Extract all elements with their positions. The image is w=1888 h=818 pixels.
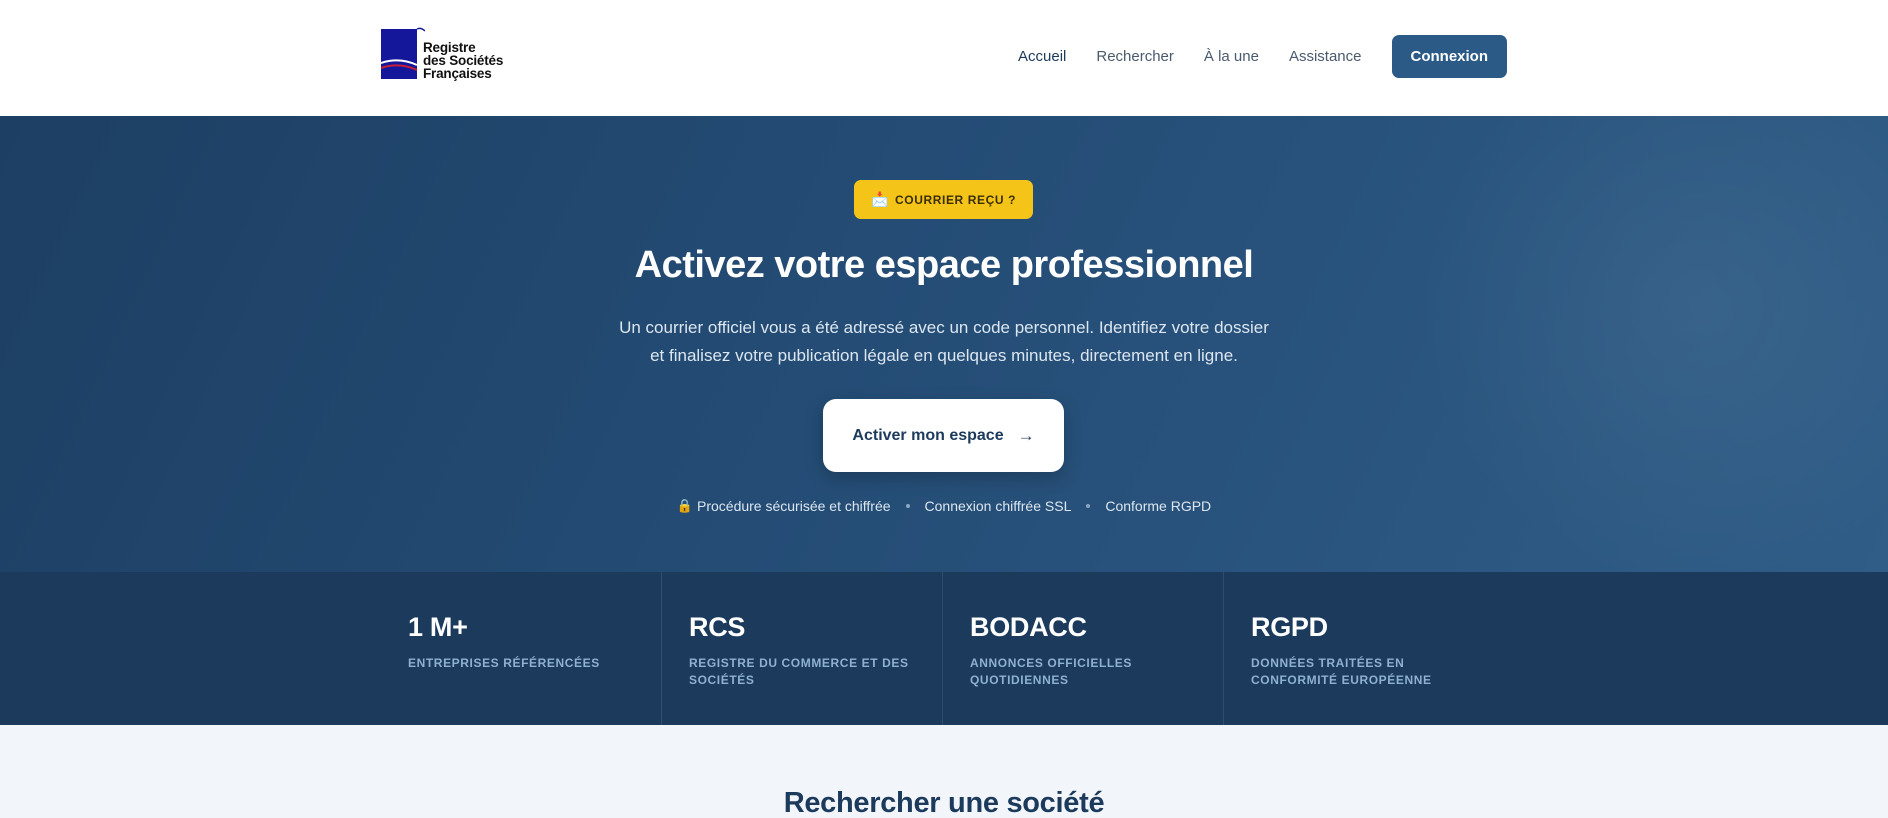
nav-item-a-la-une[interactable]: À la une [1204, 48, 1259, 65]
trust-item-secure: Procédure sécurisée et chiffrée [697, 498, 891, 514]
separator-dot [1086, 504, 1091, 508]
stat-item: RGPD DONNÉES TRAITÉES EN CONFORMITÉ EURO… [1224, 572, 1505, 725]
hero-title: Activez votre espace professionnel [634, 244, 1254, 286]
activate-space-button[interactable]: Activer mon espace → [823, 399, 1064, 472]
site-logo[interactable]: Registre des Sociétés Françaises [381, 27, 511, 85]
logo-text: Registre des Sociétés Françaises [423, 41, 503, 81]
nav-item-accueil[interactable]: Accueil [1018, 48, 1066, 65]
stats-band: 1 M+ ENTREPRISES RÉFÉRENCÉES RCS REGISTR… [0, 572, 1888, 725]
cta-label: Activer mon espace [852, 426, 1004, 444]
hero-subtitle-line-2: et finalisez votre publication légale en… [650, 346, 1238, 365]
trust-item-rgpd: Conforme RGPD [1105, 498, 1212, 514]
stat-item: RCS REGISTRE DU COMMERCE ET DES SOCIÉTÉS [662, 572, 943, 725]
search-section: Rechercher une société [0, 725, 1888, 818]
mail-received-badge: 📩 COURRIER REÇU ? [854, 180, 1033, 219]
stat-label: ENTREPRISES RÉFÉRENCÉES [408, 656, 600, 670]
lock-icon: 🔒 [676, 498, 693, 513]
main-nav: Accueil Rechercher À la une Assistance C… [988, 35, 1507, 78]
hero-section: 📩 COURRIER REÇU ? Activez votre espace p… [0, 116, 1888, 572]
stat-label: DONNÉES TRAITÉES EN CONFORMITÉ EUROPÉENN… [1251, 656, 1432, 687]
search-section-title: Rechercher une société [783, 787, 1105, 818]
nav-item-rechercher[interactable]: Rechercher [1096, 48, 1174, 65]
site-header: Registre des Sociétés Françaises Accueil… [0, 0, 1888, 116]
stat-value: RGPD [1251, 612, 1328, 642]
stat-label: ANNONCES OFFICIELLES QUOTIDIENNES [970, 656, 1133, 687]
badge-label: COURRIER REÇU ? [895, 192, 1017, 207]
stat-item: BODACC ANNONCES OFFICIELLES QUOTIDIENNES [943, 572, 1224, 725]
login-button[interactable]: Connexion [1391, 35, 1507, 78]
trust-indicators: 🔒 Procédure sécurisée et chiffrée Connex… [0, 498, 1888, 514]
stat-item: 1 M+ ENTREPRISES RÉFÉRENCÉES [381, 572, 662, 725]
arrow-right-icon: → [1017, 425, 1035, 445]
book-flag-icon [381, 27, 425, 79]
trust-item-ssl: Connexion chiffrée SSL [924, 498, 1072, 514]
mailbox-icon: 📩 [870, 191, 890, 207]
nav-item-assistance[interactable]: Assistance [1289, 48, 1362, 65]
stat-label: REGISTRE DU COMMERCE ET DES SOCIÉTÉS [689, 656, 909, 687]
separator-dot [905, 504, 910, 508]
logo-line-3: Françaises [423, 66, 492, 81]
stat-value: 1 M+ [408, 612, 468, 642]
stat-value: BODACC [970, 612, 1087, 642]
hero-subtitle: Un courrier officiel vous a été adressé … [0, 314, 1888, 370]
stat-value: RCS [689, 612, 746, 642]
hero-subtitle-line-1: Un courrier officiel vous a été adressé … [619, 318, 1269, 337]
